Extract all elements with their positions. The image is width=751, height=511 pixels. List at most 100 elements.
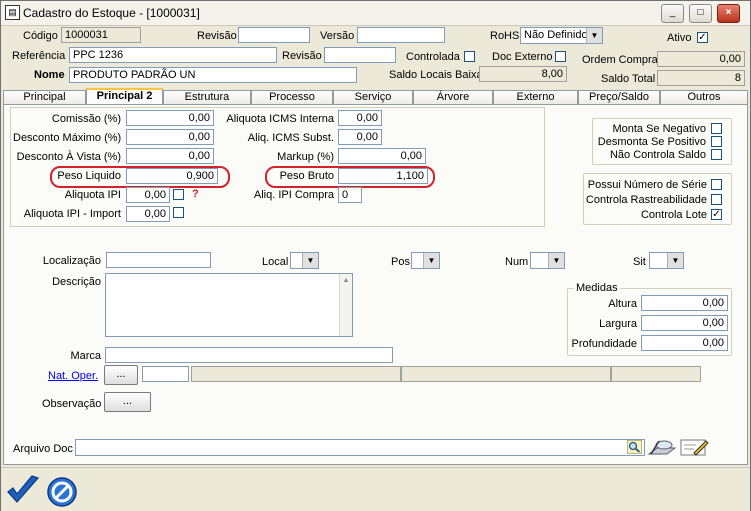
arquivo-doc-label: Arquivo Doc [13, 443, 73, 455]
controlada-label: Controlada [406, 51, 460, 63]
help-icon[interactable]: ? [192, 188, 199, 200]
nat-oper-desc-field-3 [611, 366, 701, 382]
medidas-title: Medidas [574, 282, 620, 294]
ipi-compra-field[interactable]: 0 [338, 187, 362, 203]
arquivo-doc-field[interactable] [75, 439, 645, 456]
doc-externo-label: Doc Externo [492, 51, 553, 63]
numero-serie-checkbox[interactable] [711, 179, 722, 190]
sit-label: Sit [633, 256, 646, 268]
num-select[interactable]: ▼ [530, 252, 565, 269]
cancel-icon[interactable] [46, 476, 78, 508]
rohs-label: RoHS [490, 30, 520, 42]
observacao-button[interactable]: ... [104, 392, 151, 412]
aliquota-ipi-label: Aliquota IPI [64, 189, 121, 201]
aliquota-ipi-import-checkbox[interactable] [173, 207, 184, 218]
tab-externo[interactable]: Externo [493, 90, 578, 104]
monta-se-negativo-checkbox[interactable] [711, 123, 722, 134]
pos-select[interactable]: ▼ [411, 252, 440, 269]
localizacao-field[interactable] [106, 252, 211, 268]
altura-field[interactable]: 0,00 [641, 295, 728, 311]
profundidade-field[interactable]: 0,00 [641, 335, 728, 351]
tab-principal[interactable]: Principal [3, 90, 86, 104]
revisao-label: Revisão [197, 30, 237, 42]
rohs-select-value: Não Definido [524, 29, 588, 41]
window-title: Cadastro do Estoque - [1000031] [23, 6, 200, 20]
maximize-button[interactable]: □ [689, 4, 712, 23]
tab-processo[interactable]: Processo [251, 90, 333, 104]
tab-servico[interactable]: Serviço [333, 90, 413, 104]
desmonta-se-positivo-checkbox[interactable] [711, 136, 722, 147]
icms-subst-field[interactable]: 0,00 [338, 129, 382, 145]
saldo-locais-label: Saldo Locais Baixa [389, 69, 483, 81]
tab-estrutura[interactable]: Estrutura [163, 90, 251, 104]
versao-label: Versão [320, 30, 355, 42]
peso-bruto-label: Peso Bruto [279, 170, 334, 182]
local-select[interactable]: ▼ [290, 252, 319, 269]
chevron-down-icon: ▼ [586, 28, 602, 43]
aliquota-ipi-import-field[interactable]: 0,00 [126, 206, 170, 222]
codigo-label: Código [23, 30, 58, 42]
marca-field[interactable] [105, 347, 393, 363]
local-label: Local [262, 256, 289, 268]
peso-liquido-field[interactable]: 0,900 [126, 168, 218, 184]
nat-oper-code-field[interactable] [142, 366, 189, 382]
edit-icon[interactable] [680, 438, 710, 457]
aliquota-ipi-field[interactable]: 0,00 [126, 187, 170, 203]
markup-field[interactable]: 0,00 [338, 148, 426, 164]
descricao-scrollbar[interactable]: ▲▼ [339, 274, 352, 336]
markup-label: Markup (%) [277, 151, 334, 163]
scan-icon[interactable] [647, 437, 677, 457]
rohs-select[interactable]: Não Definido ▼ [520, 27, 603, 44]
saldo-total-label: Saldo Total [601, 73, 656, 85]
chevron-down-icon: ▼ [548, 253, 564, 268]
num-label: Num [505, 256, 529, 268]
ativo-checkbox[interactable]: ✓ [697, 32, 708, 43]
largura-field[interactable]: 0,00 [641, 315, 728, 331]
nat-oper-link[interactable]: Nat. Oper. [48, 370, 98, 382]
localizacao-label: Localização [42, 255, 101, 267]
nat-oper-button[interactable]: ... [104, 365, 138, 385]
comissao-field[interactable]: 0,00 [126, 110, 214, 126]
search-icon[interactable] [626, 439, 643, 455]
referencia-field[interactable]: PPC 1236 [69, 47, 277, 63]
tab-outros[interactable]: Outros [660, 90, 748, 104]
ipi-compra-label: Aliq. IPI Compra [253, 189, 334, 201]
descricao-label: Descrição [52, 276, 101, 288]
minimize-button[interactable]: _ [661, 4, 684, 23]
tab-preco-saldo[interactable]: Preço/Saldo [578, 90, 660, 104]
revisao2-field[interactable] [324, 47, 396, 63]
codigo-field[interactable]: 1000031 [61, 27, 141, 43]
peso-bruto-field[interactable]: 1,100 [338, 168, 428, 184]
versao-field[interactable] [357, 27, 445, 43]
aliquota-ipi-checkbox[interactable] [173, 189, 184, 200]
profundidade-label: Profundidade [571, 338, 637, 350]
flag-label: Desmonta Se Positivo [597, 136, 706, 148]
desconto-vista-field[interactable]: 0,00 [126, 148, 214, 164]
marca-label: Marca [70, 350, 101, 362]
action-bar [1, 467, 750, 511]
nao-controla-saldo-checkbox[interactable] [711, 149, 722, 160]
sit-select[interactable]: ▼ [649, 252, 684, 269]
check-icon[interactable] [5, 474, 41, 508]
tab-arvore[interactable]: Árvore [413, 90, 493, 104]
icms-interna-field[interactable]: 0,00 [338, 110, 382, 126]
nome-field[interactable]: PRODUTO PADRÃO UN [69, 67, 357, 83]
tab-strip: Principal Principal 2 Estrutura Processo… [3, 88, 749, 104]
doc-externo-checkbox[interactable] [555, 51, 566, 62]
controlada-checkbox[interactable] [464, 51, 475, 62]
icms-subst-label: Aliq. ICMS Subst. [247, 132, 334, 144]
pos-label: Pos [391, 256, 410, 268]
close-button[interactable]: × [717, 4, 740, 23]
controla-lote-checkbox[interactable]: ✓ [711, 209, 722, 220]
peso-liquido-label: Peso Liquido [57, 170, 121, 182]
app-icon: ▤ [5, 5, 20, 20]
icms-interna-label: Aliquota ICMS Interna [226, 113, 334, 125]
desconto-max-label: Desconto Máximo (%) [13, 132, 122, 144]
nat-oper-desc-field-2 [401, 366, 611, 382]
revisao-field[interactable] [238, 27, 310, 43]
rastreabilidade-checkbox[interactable] [711, 194, 722, 205]
descricao-textarea[interactable]: ▲▼ [105, 273, 353, 337]
desconto-max-field[interactable]: 0,00 [126, 129, 214, 145]
tab-principal-2[interactable]: Principal 2 [86, 88, 163, 104]
ativo-label: Ativo [667, 32, 692, 44]
